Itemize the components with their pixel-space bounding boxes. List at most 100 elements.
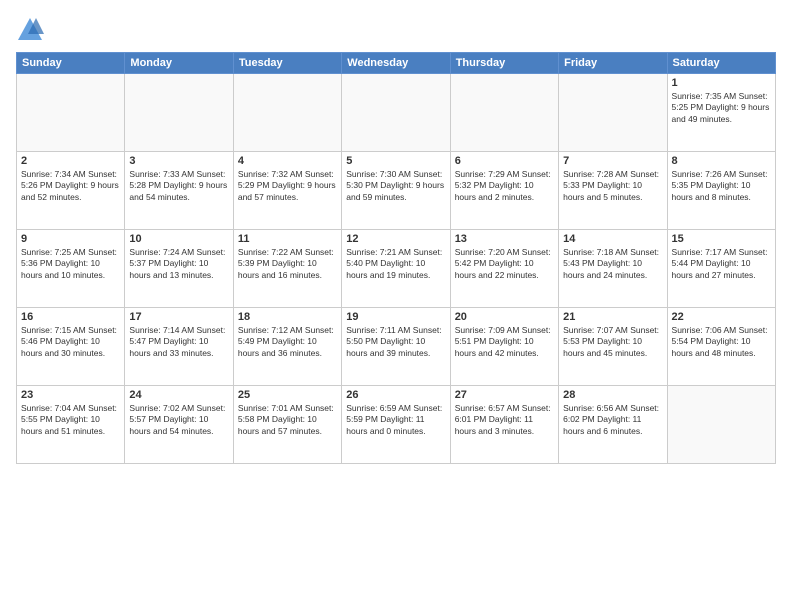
- day-number: 13: [455, 233, 554, 245]
- day-number: 17: [129, 311, 228, 323]
- day-info: Sunrise: 7:28 AM Sunset: 5:33 PM Dayligh…: [563, 169, 662, 203]
- calendar-cell: 9 Sunrise: 7:25 AM Sunset: 5:36 PM Daylig…: [17, 230, 125, 308]
- day-info: Sunrise: 7:12 AM Sunset: 5:49 PM Dayligh…: [238, 325, 337, 359]
- calendar-cell: [559, 74, 667, 152]
- day-number: 9: [21, 233, 120, 245]
- week-row: 9 Sunrise: 7:25 AM Sunset: 5:36 PM Daylig…: [17, 230, 776, 308]
- calendar-header: SundayMondayTuesdayWednesdayThursdayFrid…: [17, 53, 776, 74]
- calendar-cell: [17, 74, 125, 152]
- calendar-page: SundayMondayTuesdayWednesdayThursdayFrid…: [0, 0, 792, 612]
- day-info: Sunrise: 7:34 AM Sunset: 5:26 PM Dayligh…: [21, 169, 120, 203]
- day-info: Sunrise: 7:35 AM Sunset: 5:25 PM Dayligh…: [672, 91, 771, 125]
- calendar-cell: 1 Sunrise: 7:35 AM Sunset: 5:25 PM Daylig…: [667, 74, 775, 152]
- day-number: 24: [129, 389, 228, 401]
- calendar-cell: 6 Sunrise: 7:29 AM Sunset: 5:32 PM Daylig…: [450, 152, 558, 230]
- day-info: Sunrise: 7:20 AM Sunset: 5:42 PM Dayligh…: [455, 247, 554, 281]
- day-number: 1: [672, 77, 771, 89]
- calendar-cell: 12 Sunrise: 7:21 AM Sunset: 5:40 PM Dayli…: [342, 230, 450, 308]
- calendar-cell: 18 Sunrise: 7:12 AM Sunset: 5:49 PM Dayli…: [233, 308, 341, 386]
- day-number: 23: [21, 389, 120, 401]
- day-info: Sunrise: 7:15 AM Sunset: 5:46 PM Dayligh…: [21, 325, 120, 359]
- day-number: 2: [21, 155, 120, 167]
- calendar-cell: 20 Sunrise: 7:09 AM Sunset: 5:51 PM Dayli…: [450, 308, 558, 386]
- calendar-cell: 17Sunrise: 7:14 AM Sunset: 5:47 PM Dayli…: [125, 308, 233, 386]
- day-info: Sunrise: 7:17 AM Sunset: 5:44 PM Dayligh…: [672, 247, 771, 281]
- logo-icon: [16, 16, 44, 44]
- day-info: Sunrise: 7:29 AM Sunset: 5:32 PM Dayligh…: [455, 169, 554, 203]
- weekday-header: Thursday: [450, 53, 558, 74]
- calendar-cell: [450, 74, 558, 152]
- calendar-cell: 25Sunrise: 7:01 AM Sunset: 5:58 PM Dayli…: [233, 386, 341, 464]
- day-number: 11: [238, 233, 337, 245]
- day-number: 14: [563, 233, 662, 245]
- day-info: Sunrise: 7:30 AM Sunset: 5:30 PM Dayligh…: [346, 169, 445, 203]
- calendar-cell: 5Sunrise: 7:30 AM Sunset: 5:30 PM Daylig…: [342, 152, 450, 230]
- day-number: 16: [21, 311, 120, 323]
- calendar-cell: [125, 74, 233, 152]
- calendar-body: 1 Sunrise: 7:35 AM Sunset: 5:25 PM Daylig…: [17, 74, 776, 464]
- calendar-cell: 2 Sunrise: 7:34 AM Sunset: 5:26 PM Daylig…: [17, 152, 125, 230]
- day-info: Sunrise: 7:01 AM Sunset: 5:58 PM Dayligh…: [238, 403, 337, 437]
- day-number: 18: [238, 311, 337, 323]
- header: [16, 16, 776, 44]
- day-info: Sunrise: 7:06 AM Sunset: 5:54 PM Dayligh…: [672, 325, 771, 359]
- day-info: Sunrise: 7:21 AM Sunset: 5:40 PM Dayligh…: [346, 247, 445, 281]
- day-info: Sunrise: 7:22 AM Sunset: 5:39 PM Dayligh…: [238, 247, 337, 281]
- day-info: Sunrise: 7:02 AM Sunset: 5:57 PM Dayligh…: [129, 403, 228, 437]
- day-number: 26: [346, 389, 445, 401]
- calendar-cell: 4 Sunrise: 7:32 AM Sunset: 5:29 PM Daylig…: [233, 152, 341, 230]
- day-info: Sunrise: 6:59 AM Sunset: 5:59 PM Dayligh…: [346, 403, 445, 437]
- calendar-cell: 24 Sunrise: 7:02 AM Sunset: 5:57 PM Dayli…: [125, 386, 233, 464]
- day-info: Sunrise: 7:11 AM Sunset: 5:50 PM Dayligh…: [346, 325, 445, 359]
- day-number: 21: [563, 311, 662, 323]
- calendar-cell: 14 Sunrise: 7:18 AM Sunset: 5:43 PM Dayli…: [559, 230, 667, 308]
- calendar-cell: 11 Sunrise: 7:22 AM Sunset: 5:39 PM Dayli…: [233, 230, 341, 308]
- day-info: Sunrise: 6:57 AM Sunset: 6:01 PM Dayligh…: [455, 403, 554, 437]
- calendar-cell: [233, 74, 341, 152]
- weekday-header: Tuesday: [233, 53, 341, 74]
- calendar-cell: 16 Sunrise: 7:15 AM Sunset: 5:46 PM Dayli…: [17, 308, 125, 386]
- weekday-header: Sunday: [17, 53, 125, 74]
- day-number: 22: [672, 311, 771, 323]
- day-info: Sunrise: 7:07 AM Sunset: 5:53 PM Dayligh…: [563, 325, 662, 359]
- calendar-cell: 10 Sunrise: 7:24 AM Sunset: 5:37 PM Dayli…: [125, 230, 233, 308]
- calendar-cell: 8 Sunrise: 7:26 AM Sunset: 5:35 PM Daylig…: [667, 152, 775, 230]
- day-info: Sunrise: 7:26 AM Sunset: 5:35 PM Dayligh…: [672, 169, 771, 203]
- day-number: 28: [563, 389, 662, 401]
- calendar-cell: 7 Sunrise: 7:28 AM Sunset: 5:33 PM Daylig…: [559, 152, 667, 230]
- calendar-cell: 22 Sunrise: 7:06 AM Sunset: 5:54 PM Dayli…: [667, 308, 775, 386]
- logo: [16, 16, 48, 44]
- day-info: Sunrise: 7:25 AM Sunset: 5:36 PM Dayligh…: [21, 247, 120, 281]
- week-row: 23 Sunrise: 7:04 AM Sunset: 5:55 PM Dayli…: [17, 386, 776, 464]
- calendar-cell: 13 Sunrise: 7:20 AM Sunset: 5:42 PM Dayli…: [450, 230, 558, 308]
- weekday-row: SundayMondayTuesdayWednesdayThursdayFrid…: [17, 53, 776, 74]
- calendar-cell: 3Sunrise: 7:33 AM Sunset: 5:28 PM Daylig…: [125, 152, 233, 230]
- calendar-cell: 15 Sunrise: 7:17 AM Sunset: 5:44 PM Dayli…: [667, 230, 775, 308]
- calendar-cell: 27 Sunrise: 6:57 AM Sunset: 6:01 PM Dayli…: [450, 386, 558, 464]
- day-number: 6: [455, 155, 554, 167]
- calendar-cell: 21 Sunrise: 7:07 AM Sunset: 5:53 PM Dayli…: [559, 308, 667, 386]
- day-info: Sunrise: 7:32 AM Sunset: 5:29 PM Dayligh…: [238, 169, 337, 203]
- day-number: 8: [672, 155, 771, 167]
- calendar-cell: 26 Sunrise: 6:59 AM Sunset: 5:59 PM Dayli…: [342, 386, 450, 464]
- day-number: 19: [346, 311, 445, 323]
- day-info: Sunrise: 7:24 AM Sunset: 5:37 PM Dayligh…: [129, 247, 228, 281]
- day-number: 12: [346, 233, 445, 245]
- day-number: 10: [129, 233, 228, 245]
- day-number: 20: [455, 311, 554, 323]
- week-row: 2 Sunrise: 7:34 AM Sunset: 5:26 PM Daylig…: [17, 152, 776, 230]
- day-number: 27: [455, 389, 554, 401]
- weekday-header: Saturday: [667, 53, 775, 74]
- calendar-cell: [342, 74, 450, 152]
- day-info: Sunrise: 7:04 AM Sunset: 5:55 PM Dayligh…: [21, 403, 120, 437]
- day-info: Sunrise: 7:09 AM Sunset: 5:51 PM Dayligh…: [455, 325, 554, 359]
- day-number: 4: [238, 155, 337, 167]
- day-number: 15: [672, 233, 771, 245]
- day-info: Sunrise: 7:18 AM Sunset: 5:43 PM Dayligh…: [563, 247, 662, 281]
- day-number: 7: [563, 155, 662, 167]
- day-number: 3: [129, 155, 228, 167]
- weekday-header: Friday: [559, 53, 667, 74]
- day-info: Sunrise: 6:56 AM Sunset: 6:02 PM Dayligh…: [563, 403, 662, 437]
- calendar-cell: 23 Sunrise: 7:04 AM Sunset: 5:55 PM Dayli…: [17, 386, 125, 464]
- calendar-cell: [667, 386, 775, 464]
